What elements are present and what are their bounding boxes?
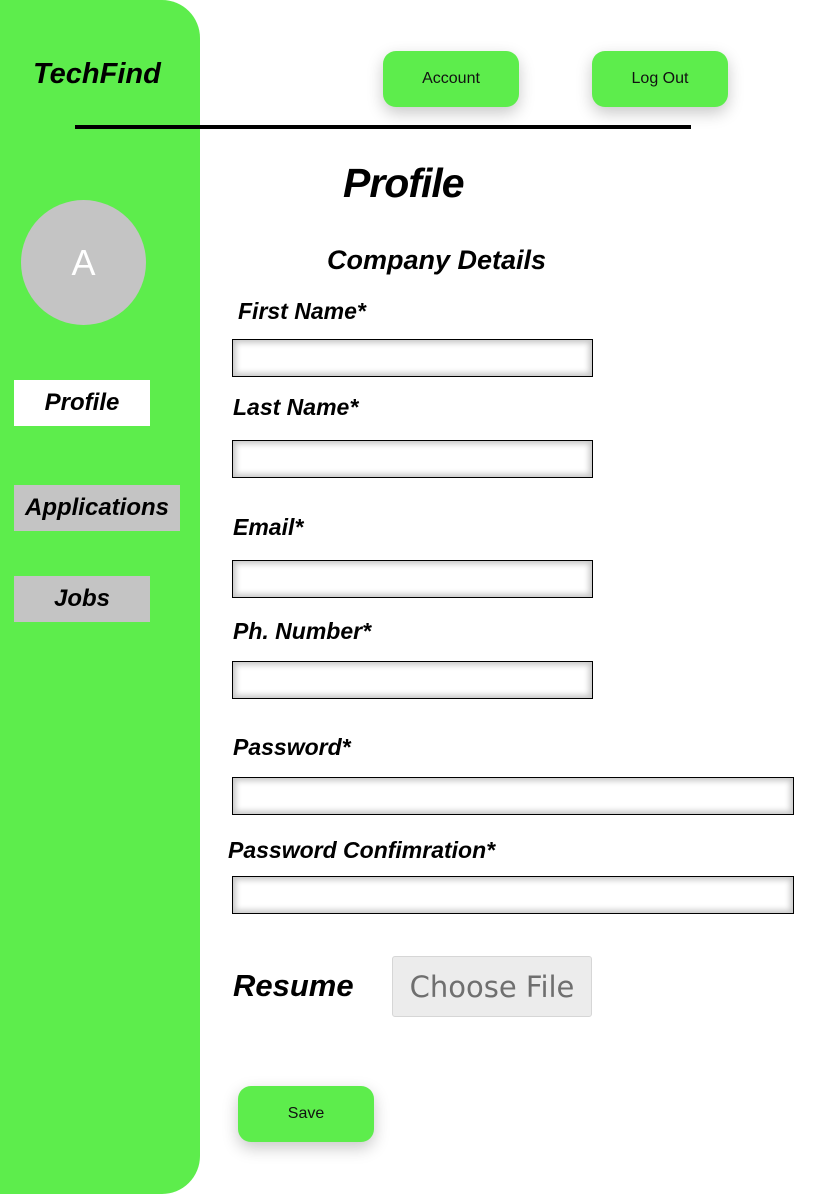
password-confirmation-label: Password Confimration*	[228, 837, 496, 863]
password-confirmation-input[interactable]	[233, 877, 793, 913]
sidebar-item-label: Jobs	[53, 585, 110, 612]
password-field[interactable]	[232, 777, 794, 815]
last-name-input[interactable]	[233, 441, 592, 477]
email-field[interactable]	[232, 560, 593, 598]
last-name-field[interactable]	[232, 440, 593, 478]
phone-input[interactable]	[233, 662, 592, 698]
first-name-label: First Name*	[238, 298, 366, 324]
first-name-field[interactable]	[232, 339, 593, 377]
resume-label: Resume	[233, 968, 354, 1003]
password-confirmation-field[interactable]	[232, 876, 794, 914]
sidebar-item-label: Profile	[44, 389, 120, 416]
phone-field[interactable]	[232, 661, 593, 699]
sidebar-item-applications[interactable]: Applications	[14, 485, 180, 531]
password-label: Password*	[233, 734, 351, 760]
last-name-label: Last Name*	[233, 394, 359, 420]
logout-button[interactable]: Log Out	[592, 51, 728, 107]
avatar-initial: A	[71, 241, 96, 283]
phone-label: Ph. Number*	[233, 618, 372, 644]
sidebar-item-label: Applications	[24, 494, 169, 521]
app-logo: TechFind	[33, 58, 161, 90]
sidebar-item-profile[interactable]: Profile	[14, 380, 150, 426]
first-name-input[interactable]	[233, 340, 592, 376]
save-button[interactable]: Save	[238, 1086, 374, 1142]
account-button[interactable]: Account	[383, 51, 519, 107]
sidebar: TechFind A Profile Applications Jobs	[0, 0, 200, 1194]
choose-file-button[interactable]: Choose File	[392, 956, 592, 1017]
header-divider	[75, 125, 691, 129]
page-title: Profile	[343, 160, 465, 206]
avatar[interactable]: A	[21, 200, 146, 325]
email-input[interactable]	[233, 561, 592, 597]
password-input[interactable]	[233, 778, 793, 814]
section-title: Company Details	[327, 245, 547, 275]
email-label: Email*	[233, 514, 304, 540]
sidebar-item-jobs[interactable]: Jobs	[14, 576, 150, 622]
